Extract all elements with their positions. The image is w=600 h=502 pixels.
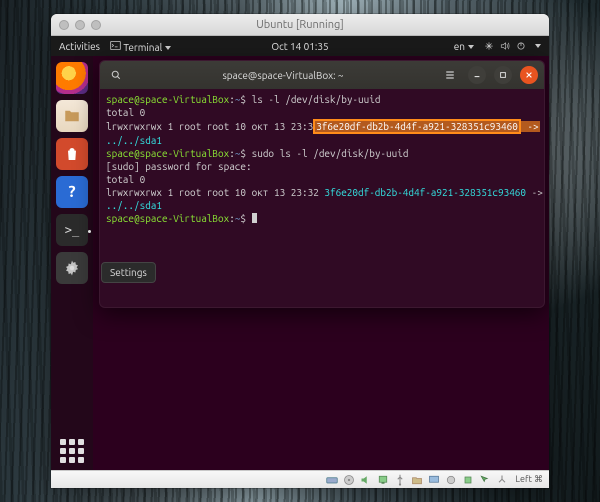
- app-menu-label: Terminal: [123, 42, 162, 53]
- shopping-bag-icon: [64, 146, 80, 162]
- terminal-title: space@space-VirtualBox: ~: [132, 70, 434, 81]
- recording-icon[interactable]: [445, 474, 457, 486]
- audio-icon[interactable]: [360, 474, 372, 486]
- gear-icon: [63, 259, 81, 277]
- dock: ? >_: [51, 56, 93, 470]
- chevron-down-icon: [165, 46, 171, 50]
- host-titlebar[interactable]: Ubuntu [Running]: [51, 14, 549, 36]
- terminal-menu-button[interactable]: [440, 65, 460, 85]
- dock-tooltip: Settings: [101, 262, 156, 283]
- dock-settings[interactable]: [56, 252, 88, 284]
- show-applications-button[interactable]: [57, 436, 87, 466]
- terminal-icon: [110, 40, 121, 51]
- maximize-button[interactable]: [494, 66, 512, 84]
- app-menu[interactable]: Terminal: [110, 40, 171, 53]
- power-icon: [516, 41, 526, 51]
- clock[interactable]: Oct 14 01:35: [271, 41, 328, 52]
- network-icon[interactable]: [377, 474, 389, 486]
- host-key-indicator[interactable]: Left ⌘: [515, 474, 543, 485]
- chevron-down-icon: [468, 45, 474, 49]
- folder-icon: [63, 107, 81, 125]
- dock-files[interactable]: [56, 100, 88, 132]
- minimize-icon: [473, 71, 481, 79]
- hdd-icon[interactable]: [326, 474, 338, 486]
- host-window-title: Ubuntu [Running]: [51, 19, 549, 31]
- zoom-icon[interactable]: [91, 20, 101, 30]
- minimize-icon[interactable]: [75, 20, 85, 30]
- close-icon: [525, 71, 533, 79]
- network-icon: [484, 41, 494, 51]
- dock-firefox[interactable]: [56, 62, 88, 94]
- usb-icon[interactable]: [394, 474, 406, 486]
- gnome-topbar: Activities Terminal Oct 14 01:35 en: [51, 36, 549, 56]
- virtualbox-window: Ubuntu [Running] Activities Terminal Oct…: [51, 14, 549, 488]
- cpu-icon[interactable]: [462, 474, 474, 486]
- hamburger-icon: [444, 69, 456, 81]
- guest-screen: Activities Terminal Oct 14 01:35 en: [51, 36, 549, 470]
- dock-terminal[interactable]: >_: [56, 214, 88, 246]
- minimize-button[interactable]: [468, 66, 486, 84]
- terminal-window: space@space-VirtualBox: ~ space@space-Vi…: [99, 60, 545, 308]
- close-button[interactable]: [520, 66, 538, 84]
- new-tab-button[interactable]: [106, 65, 126, 85]
- uuid-highlight: 3f6e20df-db2b-4d4f-a921-328351c93460: [313, 119, 521, 134]
- terminal-headerbar[interactable]: space@space-VirtualBox: ~: [100, 61, 544, 89]
- input-source[interactable]: en: [454, 41, 474, 52]
- display-icon[interactable]: [428, 474, 440, 486]
- terminal-output[interactable]: space@space-VirtualBox:~$ ls -l /dev/dis…: [100, 89, 544, 307]
- cursor: [252, 213, 257, 223]
- volume-icon: [500, 41, 510, 51]
- activities-button[interactable]: Activities: [59, 41, 100, 52]
- close-icon[interactable]: [59, 20, 69, 30]
- mouse-integration-icon[interactable]: [479, 474, 491, 486]
- maximize-icon: [499, 71, 507, 79]
- system-menu[interactable]: [484, 41, 541, 51]
- optical-icon[interactable]: [343, 474, 355, 486]
- question-icon: ?: [68, 183, 75, 201]
- chevron-down-icon: [535, 44, 541, 48]
- dock-software[interactable]: [56, 138, 88, 170]
- dock-help[interactable]: ?: [56, 176, 88, 208]
- keyboard-icon[interactable]: [496, 474, 508, 486]
- shared-folders-icon[interactable]: [411, 474, 423, 486]
- search-icon: [110, 69, 122, 81]
- virtualbox-statusbar: Left ⌘: [51, 470, 549, 488]
